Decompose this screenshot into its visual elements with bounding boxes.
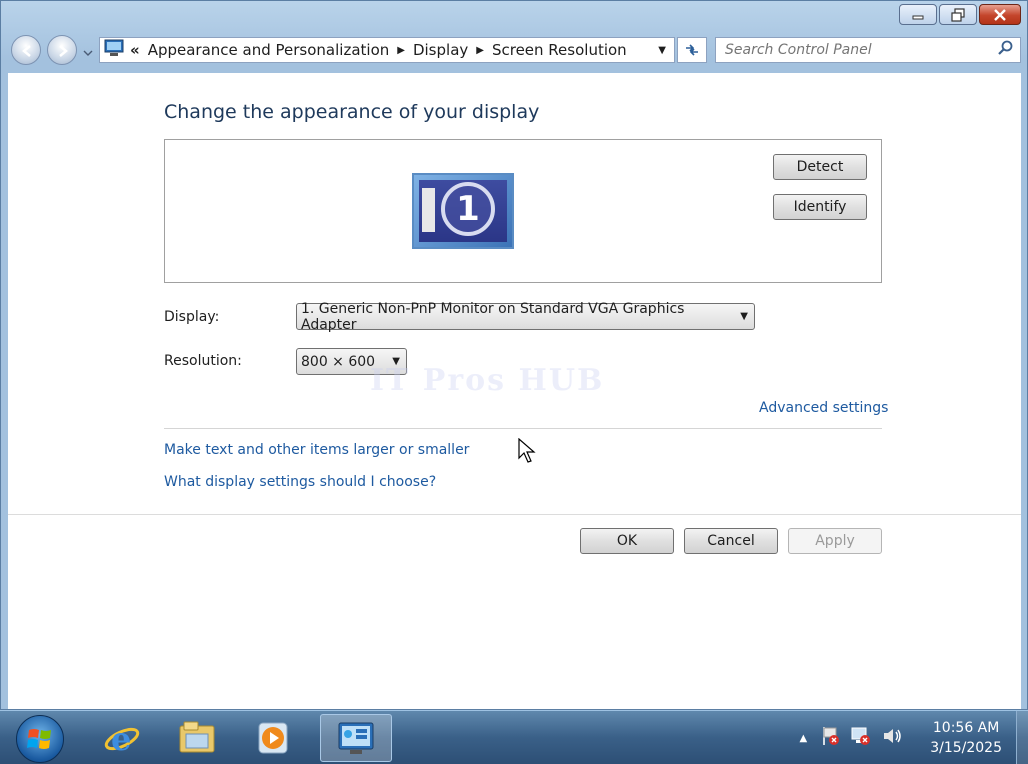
monitor-1-tile[interactable]: 1 (412, 173, 514, 249)
breadcrumb-display[interactable]: Display (413, 41, 468, 59)
identify-button[interactable]: Identify (773, 194, 867, 220)
mouse-cursor-icon (518, 438, 536, 463)
chevron-down-icon (83, 50, 93, 56)
display-select-value: 1. Generic Non-PnP Monitor on Standard V… (301, 300, 685, 333)
apply-button[interactable]: Apply (788, 528, 882, 554)
refresh-button[interactable] (677, 37, 707, 63)
navigation-bar: « Appearance and Personalization ▶ Displ… (1, 31, 1027, 69)
address-dropdown-icon[interactable]: ▼ (658, 45, 666, 56)
title-bar (1, 1, 1027, 31)
footer-divider (8, 514, 1021, 515)
taskbar-control-panel[interactable] (320, 714, 392, 762)
content-pane: Change the appearance of your display 1 … (8, 73, 1021, 709)
restore-button[interactable] (939, 4, 977, 25)
restore-icon (951, 7, 965, 22)
windows-explorer-icon (179, 721, 215, 753)
dropdown-arrow-icon: ▼ (740, 311, 748, 322)
taskbar: e ▲ 10:56 AM 3/15/2025 (0, 710, 1028, 764)
search-box[interactable] (715, 37, 1021, 63)
internet-explorer-icon: e (104, 720, 140, 757)
close-button[interactable] (979, 4, 1021, 25)
resolution-label: Resolution: (164, 353, 242, 369)
address-bar[interactable]: « Appearance and Personalization ▶ Displ… (99, 37, 675, 63)
search-icon[interactable] (998, 40, 1014, 60)
windows-logo-icon (27, 729, 51, 749)
forward-arrow-icon (59, 45, 68, 57)
watermark: IT Pros HUB (370, 363, 605, 398)
text-size-link[interactable]: Make text and other items larger or smal… (164, 442, 469, 458)
back-button[interactable] (11, 35, 41, 65)
clock[interactable]: 10:56 AM 3/15/2025 (930, 718, 1002, 758)
back-arrow-icon (22, 45, 31, 57)
refresh-icon (686, 44, 698, 56)
section-divider (164, 428, 882, 429)
media-player-icon (258, 722, 288, 754)
monitor-screen: 1 (419, 180, 507, 242)
system-tray: ▲ 10:56 AM 3/15/2025 (800, 711, 1028, 764)
recent-pages-dropdown[interactable] (83, 45, 93, 61)
page-title: Change the appearance of your display (164, 101, 540, 123)
breadcrumb-screen-resolution[interactable]: Screen Resolution (492, 41, 627, 59)
taskbar-media-player[interactable] (240, 714, 308, 762)
cancel-button[interactable]: Cancel (684, 528, 778, 554)
start-button[interactable] (16, 715, 64, 763)
monitor-number-badge: 1 (441, 182, 495, 236)
breadcrumb-overflow[interactable]: « (130, 41, 140, 59)
search-input[interactable] (716, 42, 998, 58)
control-panel-window: « Appearance and Personalization ▶ Displ… (0, 0, 1028, 710)
detect-button[interactable]: Detect (773, 154, 867, 180)
clock-date: 3/15/2025 (930, 740, 1002, 756)
monitor-preview-area: 1 Detect Identify (164, 139, 882, 283)
svg-text:e: e (111, 720, 131, 757)
forward-button[interactable] (47, 35, 77, 65)
clock-time: 10:56 AM (932, 720, 1000, 736)
ok-button[interactable]: OK (580, 528, 674, 554)
close-icon (994, 8, 1006, 21)
volume-icon[interactable] (881, 725, 903, 751)
show-hidden-icons-icon[interactable]: ▲ (800, 733, 808, 744)
breadcrumb-separator-icon[interactable]: ▶ (476, 45, 484, 56)
window-controls (897, 4, 1021, 25)
display-select[interactable]: 1. Generic Non-PnP Monitor on Standard V… (296, 300, 755, 333)
action-center-flag-icon[interactable] (819, 725, 841, 751)
breadcrumb-appearance[interactable]: Appearance and Personalization (148, 41, 390, 59)
control-panel-icon (338, 722, 374, 754)
network-disconnected-icon[interactable] (850, 725, 872, 751)
control-panel-icon (104, 39, 124, 61)
monitor-desktop-preview (422, 188, 435, 232)
taskbar-windows-explorer[interactable] (164, 714, 232, 762)
display-help-link[interactable]: What display settings should I choose? (164, 474, 436, 490)
display-label: Display: (164, 309, 220, 325)
show-desktop-button[interactable] (1016, 711, 1028, 764)
advanced-settings-link[interactable]: Advanced settings (759, 400, 888, 416)
breadcrumb-separator-icon[interactable]: ▶ (397, 45, 405, 56)
minimize-icon (912, 15, 924, 19)
minimize-button[interactable] (899, 4, 937, 25)
taskbar-internet-explorer[interactable]: e (88, 714, 156, 762)
resolution-select-value: 800 × 600 (301, 353, 376, 370)
